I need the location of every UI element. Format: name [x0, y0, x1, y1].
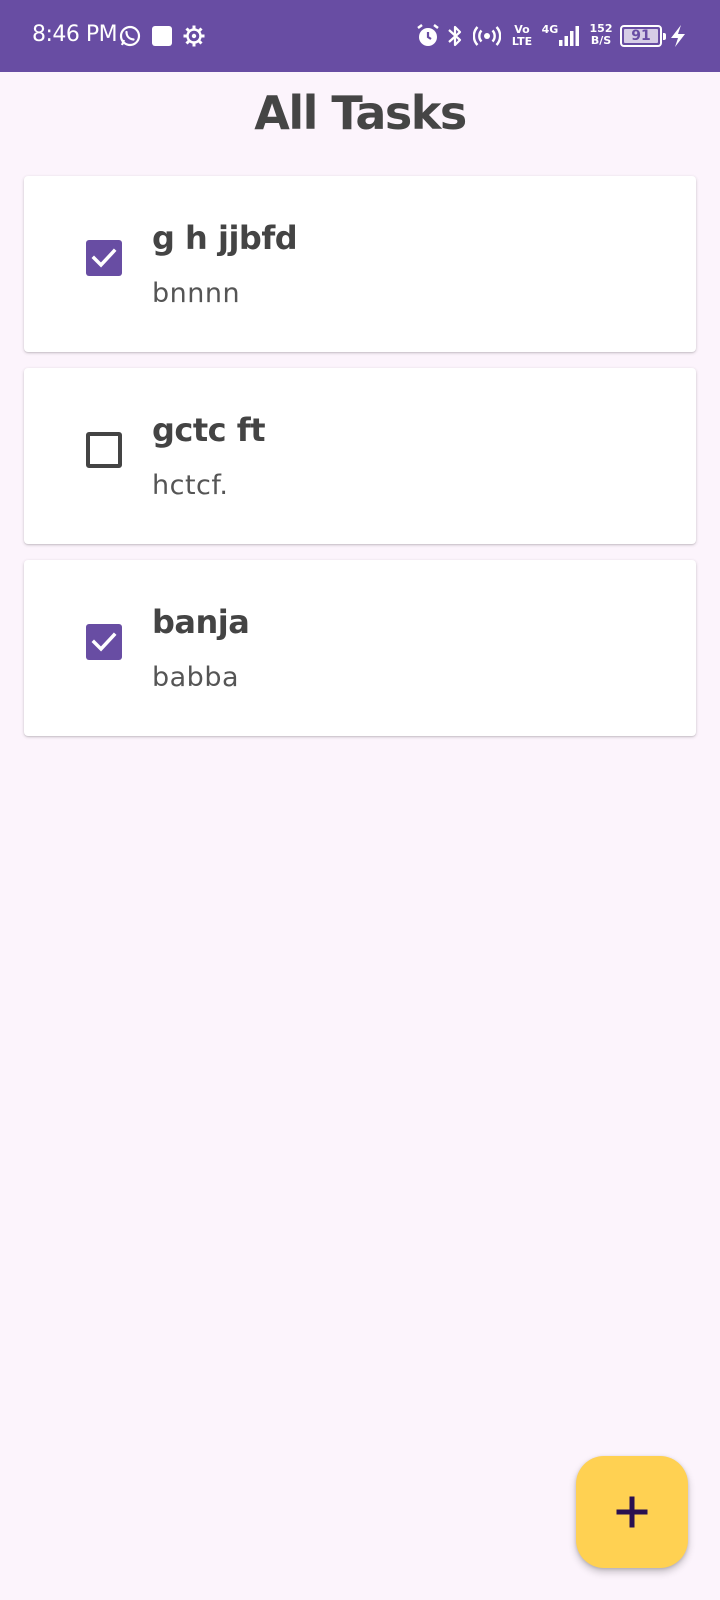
check-icon: [91, 632, 117, 652]
task-title: banja: [152, 603, 250, 641]
hotspot-icon: [472, 22, 502, 50]
task-card[interactable]: g h jjbfd bnnnn: [24, 176, 696, 352]
task-description: babba: [152, 662, 240, 693]
whatsapp-icon: [118, 24, 142, 48]
task-title: gctc ft: [152, 411, 266, 449]
alarm-icon: [416, 22, 440, 50]
status-bar: 8:46 PM Vo LTE 4G 152 B/S 91: [0, 0, 720, 72]
volte-icon: Vo LTE: [511, 24, 533, 48]
plus-icon: [616, 1496, 648, 1528]
volte-bottom-text: LTE: [511, 35, 533, 48]
bluetooth-icon: [446, 22, 464, 50]
battery-level: 91: [624, 29, 658, 43]
network-speed: 152 B/S: [588, 23, 614, 47]
task-title: g h jjbfd: [152, 219, 298, 257]
charging-icon: [668, 22, 688, 50]
task-description: bnnnn: [152, 278, 241, 309]
task-checkbox[interactable]: [86, 240, 122, 276]
settings-gear-icon: [182, 24, 206, 48]
add-task-button[interactable]: [576, 1456, 688, 1568]
check-icon: [91, 248, 117, 268]
network-speed-unit: B/S: [590, 34, 612, 47]
task-list: g h jjbfd bnnnn gctc ft hctcf. banja bab…: [24, 176, 696, 752]
task-checkbox[interactable]: [86, 432, 122, 468]
battery-icon: 91: [620, 25, 666, 47]
network-type-text: 4G: [541, 23, 559, 36]
signal-4g-icon: [558, 22, 580, 50]
status-time: 8:46 PM: [32, 22, 118, 47]
task-description: hctcf.: [152, 470, 229, 501]
page-title: All Tasks: [254, 86, 467, 140]
task-card[interactable]: gctc ft hctcf.: [24, 368, 696, 544]
square-app-icon: [150, 24, 174, 48]
task-checkbox[interactable]: [86, 624, 122, 660]
task-card[interactable]: banja babba: [24, 560, 696, 736]
